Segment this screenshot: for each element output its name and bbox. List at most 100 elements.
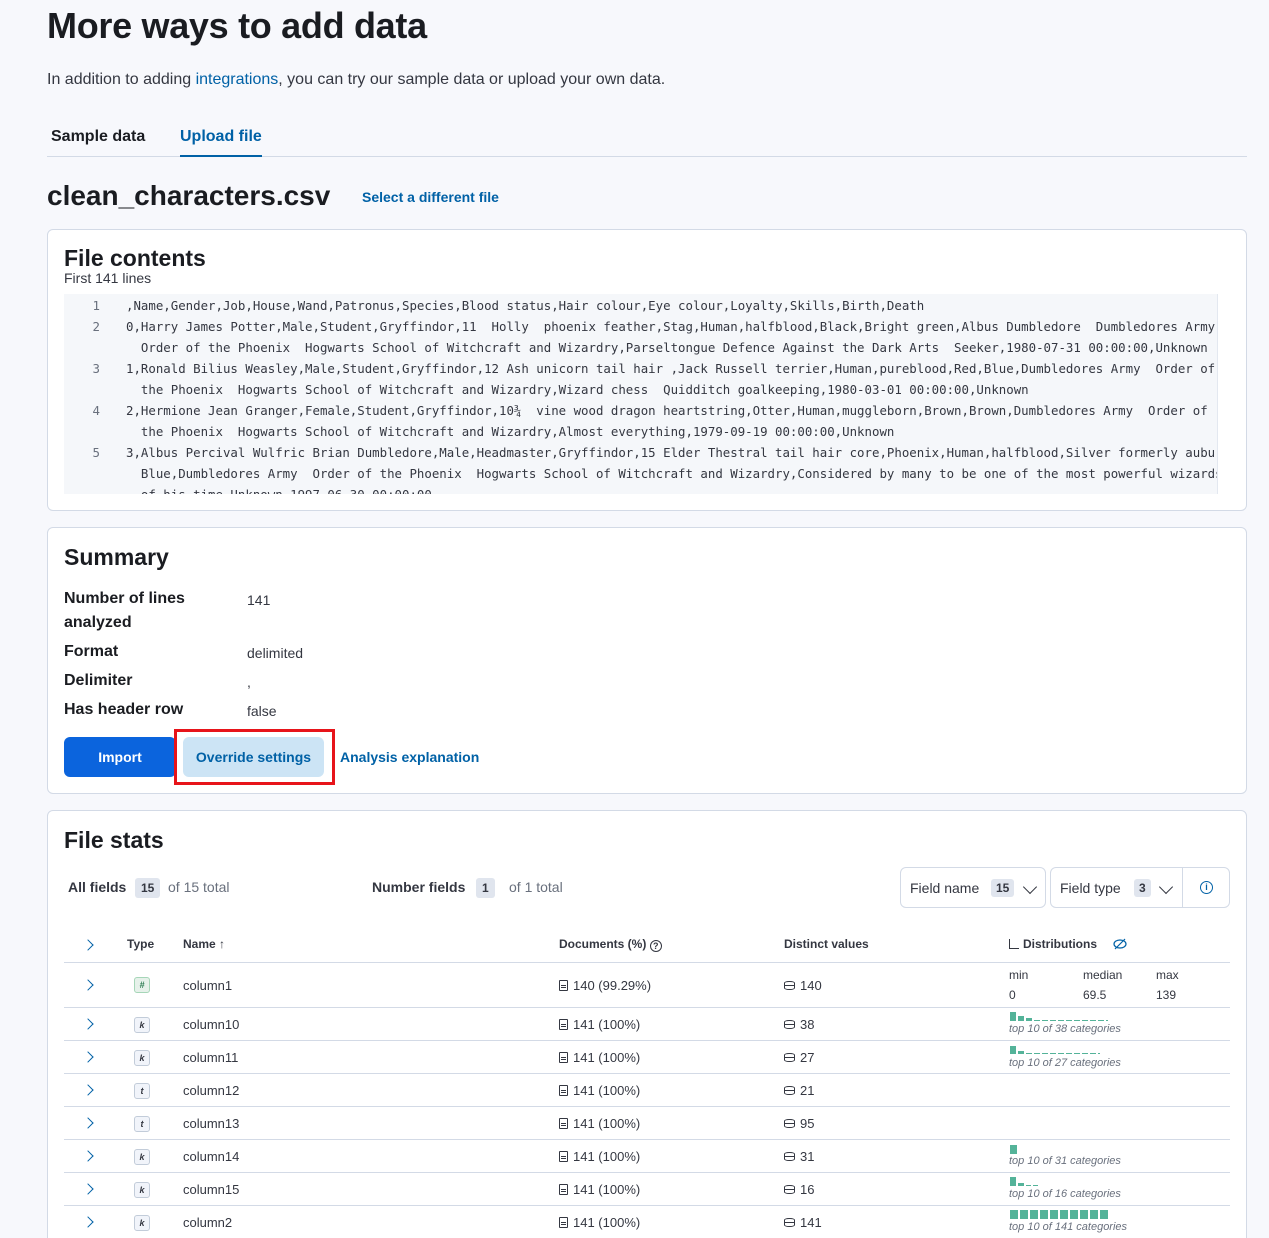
min-label: min — [1009, 968, 1029, 982]
distribution-caption: top 10 of 31 categories — [1009, 1155, 1121, 1167]
chart-icon — [1009, 939, 1019, 949]
column-header-distinct[interactable]: Distinct values — [784, 937, 869, 951]
field-name: column13 — [183, 1116, 240, 1131]
database-icon — [784, 1152, 795, 1161]
tab-sample-data[interactable]: Sample data — [51, 128, 145, 146]
table-header: Type Name ↑ Documents (%) ? Distinct val… — [64, 926, 1230, 963]
distribution-bars — [1010, 1210, 1108, 1219]
file-contents-title: File contents — [64, 245, 206, 271]
document-icon — [559, 1217, 568, 1228]
summary-label-delimiter: Delimiter — [64, 672, 133, 689]
expand-row-icon[interactable] — [82, 979, 94, 991]
min-value: 0 — [1009, 988, 1016, 1002]
expand-all-icon[interactable] — [82, 939, 94, 951]
keyword-type-icon: k — [134, 1215, 150, 1231]
number-fields-count-badge: 1 — [476, 878, 495, 898]
summary-label-format: Format — [64, 643, 119, 660]
document-icon — [559, 1052, 568, 1063]
summary-value-lines: 141 — [247, 592, 271, 608]
highlight-box — [174, 729, 335, 785]
field-name: column14 — [183, 1149, 240, 1164]
field-name: column12 — [183, 1083, 240, 1098]
summary-value-delimiter: , — [247, 674, 251, 690]
column-header-documents[interactable]: Documents (%) ? — [559, 937, 662, 952]
expand-row-icon[interactable] — [82, 1117, 94, 1129]
field-name-filter[interactable]: Field name 15 — [900, 867, 1046, 908]
intro-suffix: , you can try our sample data or upload … — [278, 71, 666, 88]
documents-count: 141 (100%) — [559, 1182, 640, 1197]
field-type-filter[interactable]: Field type 3 i — [1050, 867, 1230, 908]
summary-panel: Summary Number of lines analyzed 141 Form… — [47, 527, 1247, 794]
column-header-type[interactable]: Type — [127, 937, 154, 951]
summary-value-format: delimited — [247, 645, 304, 661]
expand-row-icon[interactable] — [82, 1150, 94, 1162]
tab-upload-file[interactable]: Upload file — [180, 128, 262, 157]
keyword-type-icon: k — [134, 1017, 150, 1033]
documents-count: 141 (100%) — [559, 1149, 640, 1164]
summary-value-header-row: false — [247, 703, 277, 719]
number-fields-label: Number fields — [372, 879, 466, 895]
database-icon — [784, 1119, 795, 1128]
distribution-tail — [1026, 1185, 1040, 1186]
summary-label-header-row: Has header row — [64, 701, 184, 718]
file-contents-subtitle: First 141 lines — [64, 270, 152, 286]
database-icon — [784, 1053, 795, 1062]
database-icon — [784, 1185, 795, 1194]
all-fields-total: of 15 total — [168, 879, 230, 895]
table-row: t column12 141 (100%) 21 — [64, 1074, 1230, 1107]
intro-prefix: In addition to adding — [47, 71, 196, 88]
eye-closed-icon[interactable] — [1113, 937, 1127, 950]
all-fields-count-badge: 15 — [135, 878, 161, 898]
distinct-values: 27 — [784, 1050, 814, 1065]
file-stats-title: File stats — [64, 827, 164, 853]
column-header-name[interactable]: Name ↑ — [183, 937, 225, 951]
summary-label-lines: Number of lines analyzed — [64, 590, 185, 631]
distribution-bar — [1018, 1183, 1024, 1186]
distribution-bar — [1018, 1016, 1024, 1021]
expand-row-icon[interactable] — [82, 1084, 94, 1096]
table-row: k column2 141 (100%) 141 top 10 of 141 c… — [64, 1206, 1230, 1238]
document-icon — [559, 980, 568, 991]
distribution-caption: top 10 of 141 categories — [1009, 1221, 1128, 1233]
distinct-values: 31 — [784, 1149, 814, 1164]
max-label: max — [1156, 968, 1179, 982]
distribution-caption: top 10 of 27 categories — [1009, 1057, 1121, 1069]
median-value: 69.5 — [1083, 988, 1107, 1002]
documents-count: 141 (100%) — [559, 1017, 640, 1032]
table-row: k column11 141 (100%) 27 top 10 of 27 ca… — [64, 1041, 1230, 1074]
text-type-icon: t — [134, 1083, 150, 1099]
expand-row-icon[interactable] — [82, 1051, 94, 1063]
distribution-tail — [1034, 1020, 1108, 1021]
document-icon — [559, 1184, 568, 1195]
import-button[interactable]: Import — [64, 737, 176, 777]
max-value: 139 — [1156, 988, 1177, 1002]
summary-title: Summary — [64, 544, 169, 570]
distinct-values: 21 — [784, 1083, 814, 1098]
info-icon[interactable]: i — [1200, 881, 1213, 894]
integrations-link[interactable]: integrations — [196, 71, 279, 88]
documents-count: 141 (100%) — [559, 1050, 640, 1065]
table-row: # column1 140 (99.29%) 140 min median ma… — [64, 963, 1230, 1008]
filter-divider — [1182, 868, 1183, 907]
table-row: k column10 141 (100%) 38 top 10 of 38 ca… — [64, 1008, 1230, 1041]
expand-row-icon[interactable] — [82, 1216, 94, 1228]
select-different-file-link[interactable]: Select a different file — [362, 189, 499, 205]
documents-count: 141 (100%) — [559, 1083, 640, 1098]
document-icon — [559, 1085, 568, 1096]
distribution-bar — [1018, 1051, 1024, 1054]
file-contents-code[interactable]: 1 ,Name,Gender,Job,House,Wand,Patronus,Sp… — [64, 294, 1218, 494]
file-contents-panel: File contents First 141 lines 1 ,Name,Gen… — [47, 229, 1247, 511]
document-icon — [559, 1118, 568, 1129]
keyword-type-icon: k — [134, 1050, 150, 1066]
document-icon — [559, 1151, 568, 1162]
distribution-caption: top 10 of 16 categories — [1009, 1188, 1121, 1200]
intro-text: In addition to adding integrations, you … — [47, 71, 665, 89]
keyword-type-icon: k — [134, 1149, 150, 1165]
field-name-filter-label: Field name — [910, 880, 980, 896]
distribution-tail — [1026, 1053, 1100, 1054]
distinct-values: 38 — [784, 1017, 814, 1032]
expand-row-icon[interactable] — [82, 1183, 94, 1195]
distinct-values: 140 — [784, 978, 822, 993]
expand-row-icon[interactable] — [82, 1018, 94, 1030]
analysis-explanation-link[interactable]: Analysis explanation — [340, 749, 479, 765]
